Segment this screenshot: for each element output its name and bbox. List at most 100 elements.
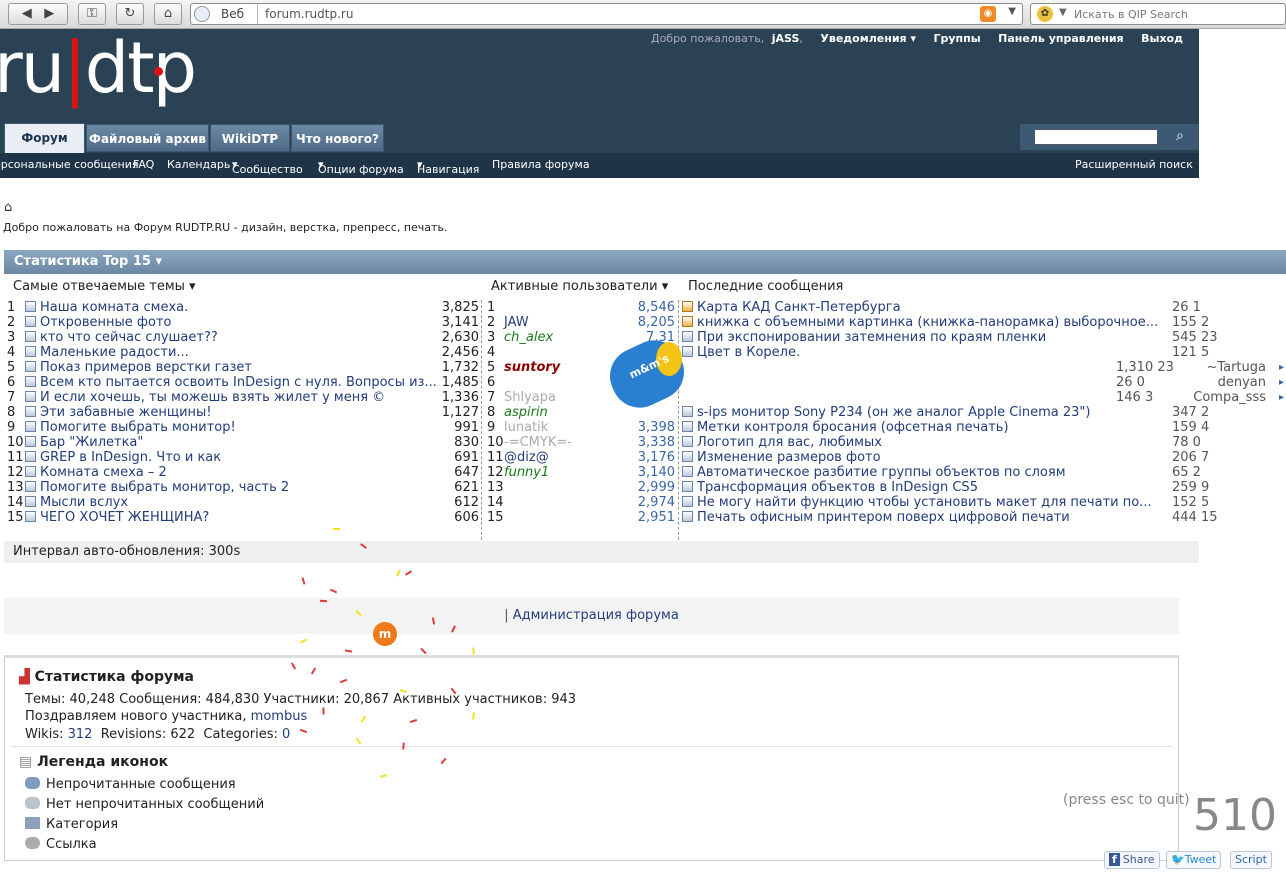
- thread-link[interactable]: Откровенные фото: [40, 315, 172, 330]
- site-logo[interactable]: ru|dtp: [0, 27, 197, 109]
- thread-link[interactable]: кто что сейчас слушает??: [40, 330, 218, 345]
- thread-row: 15 ЧЕГО ХОЧЕТ ЖЕНЩИНА? 606: [7, 510, 479, 525]
- url-text[interactable]: forum.rudtp.ru: [265, 7, 353, 21]
- thread-row: 6 Всем кто пытается освоить InDesign с ну…: [7, 375, 479, 390]
- logout-link[interactable]: Выход: [1141, 32, 1183, 45]
- thread-row: 12 Комната смеха – 2 647: [7, 465, 479, 480]
- recent-link[interactable]: Автоматическое разбитие группы объектов …: [697, 465, 1066, 480]
- confetti-piece: [396, 569, 401, 577]
- recent-link[interactable]: Метки контроля бросания (офсетная печать…: [697, 420, 1009, 435]
- back-forward-buttons[interactable]: ◀ ▶: [8, 3, 68, 25]
- recent-link[interactable]: При экспонировании затемнения по краям п…: [697, 330, 1046, 345]
- recent-link[interactable]: Печать офисным принтером поверх цифровой…: [697, 510, 1070, 525]
- user-link[interactable]: Shlyapa: [504, 390, 556, 405]
- recent-row: Логотип для вас, любимых 78 0: [682, 435, 1286, 450]
- recent-row: Печать офисным принтером поверх цифровой…: [682, 510, 1286, 525]
- notifications-menu[interactable]: Уведомления ▾: [820, 32, 916, 45]
- control-panel-link[interactable]: Панель управления: [998, 32, 1123, 45]
- thread-link[interactable]: Маленькие радости...: [40, 345, 189, 360]
- subnav-rules[interactable]: Правила форума: [492, 158, 590, 171]
- col-head-users[interactable]: Активные пользователи ▾: [491, 279, 668, 294]
- chevron-down-icon[interactable]: ▼: [1008, 6, 1016, 17]
- thread-link[interactable]: Бар "Жилетка": [40, 435, 143, 450]
- thread-link[interactable]: Комната смеха – 2: [40, 465, 167, 480]
- qip-search[interactable]: ✿ ▼ Искать в QIP Search: [1030, 3, 1286, 25]
- new-member-link[interactable]: mombus: [251, 709, 308, 724]
- col-head-threads[interactable]: Самые отвечаемые темы ▾: [13, 279, 196, 294]
- confetti-piece: [420, 647, 427, 655]
- reload-icon[interactable]: ↻: [116, 3, 144, 25]
- user-row: 11@diz@ 3,176: [487, 450, 675, 465]
- address-bar[interactable]: Веб forum.rudtp.ru ◉ ▼: [190, 3, 1023, 25]
- recent-link[interactable]: Карта КАД Санкт-Петербурга: [697, 300, 901, 315]
- thread-link[interactable]: Показ примеров верстки газет: [40, 360, 252, 375]
- categories-link[interactable]: 0: [282, 727, 290, 742]
- thread-link[interactable]: GREP в InDesign. Что и как: [40, 450, 221, 465]
- subnav-faq[interactable]: FAQ: [133, 158, 154, 171]
- recent-link[interactable]: Не могу найти функцию чтобы установить м…: [697, 495, 1152, 510]
- user-link[interactable]: lunatik: [504, 420, 548, 435]
- thread-link[interactable]: Мысли вслух: [40, 495, 128, 510]
- subnav-community[interactable]: Сообщество ▾: [232, 158, 303, 176]
- user-link[interactable]: JAW: [504, 315, 529, 330]
- subnav-calendar[interactable]: Календарь: [167, 158, 230, 171]
- user-link[interactable]: aspirin: [504, 405, 548, 420]
- thread-row: 7И если хочешь, ты можешь взять жилет у …: [7, 390, 479, 405]
- forum-header: ru|dtp Добро пожаловать, jASS, Уведомлен…: [0, 27, 1199, 178]
- wikis-link[interactable]: 312: [68, 727, 93, 742]
- thread-link[interactable]: ЧЕГО ХОЧЕТ ЖЕНЩИНА?: [40, 510, 209, 525]
- category-icon: [25, 817, 40, 829]
- advanced-search-link[interactable]: Расширенный поиск: [1075, 158, 1193, 171]
- groups-link[interactable]: Группы: [933, 32, 980, 45]
- tab-forum[interactable]: Форум: [4, 123, 85, 153]
- subnav-pm[interactable]: ерсональные сообщения: [0, 158, 139, 171]
- thread-link[interactable]: И если хочешь, ты можешь взять жилет у м…: [40, 390, 385, 405]
- thread-link[interactable]: Всем кто пытается освоить InDesign с нул…: [40, 375, 437, 390]
- user-link[interactable]: ch_alex: [504, 330, 553, 345]
- thread-link[interactable]: Помогите выбрать монитор!: [40, 420, 236, 435]
- user-row: 9 lunatik 3,398: [487, 420, 675, 435]
- admin-link[interactable]: Администрация форума: [513, 608, 679, 623]
- tab-wikidtp[interactable]: WikiDTP: [210, 124, 290, 152]
- key-icon[interactable]: ⚿: [78, 3, 106, 25]
- thread-link[interactable]: Эти забавные женщины!: [40, 405, 212, 420]
- recent-link[interactable]: книжка с объемными картинка (книжка-пано…: [697, 315, 1158, 330]
- tweet-button[interactable]: 🐦Tweet: [1166, 851, 1222, 869]
- script-button[interactable]: Script: [1230, 851, 1272, 869]
- recent-link[interactable]: Трансформация объектов в InDesign CS5: [697, 480, 978, 495]
- subnav-navigation[interactable]: Навигация ▾: [417, 158, 479, 176]
- tab-whats-new[interactable]: Что нового?: [291, 124, 384, 152]
- user-row: 13 2,999: [487, 480, 675, 495]
- user-link[interactable]: funny1: [504, 465, 549, 480]
- user-link[interactable]: -=CMYK=-: [504, 435, 572, 450]
- recent-row: Изменение размеров фото 206 7: [682, 450, 1286, 465]
- recent-row: s-ips монитор Sony P234 (он же аналог Ap…: [682, 405, 1286, 420]
- header-search-input[interactable]: [1034, 129, 1158, 145]
- user-link[interactable]: @diz@: [504, 450, 549, 465]
- search-placeholder[interactable]: Искать в QIP Search: [1074, 8, 1188, 21]
- rss-icon[interactable]: ◉: [980, 6, 996, 22]
- thread-link[interactable]: Помогите выбрать монитор, часть 2: [40, 480, 289, 495]
- forum-stats-line: Темы: 40,248 Сообщения: 484,830 Участник…: [25, 692, 577, 707]
- recent-row: При экспонировании затемнения по краям п…: [682, 330, 1286, 345]
- chevron-down-icon[interactable]: ▼: [1059, 7, 1067, 18]
- stats-top15-header[interactable]: Статистика Top 15 ▾: [4, 250, 1286, 274]
- recent-link[interactable]: Цвет в Кореле.: [697, 345, 800, 360]
- web-label: Веб: [221, 7, 245, 21]
- recent-link[interactable]: Изменение размеров фото: [697, 450, 881, 465]
- confetti-piece: [333, 528, 340, 530]
- username-link[interactable]: jASS: [772, 32, 800, 45]
- recent-link[interactable]: s-ips монитор Sony P234 (он же аналог Ap…: [697, 405, 1091, 420]
- header-search: ⌕: [1020, 124, 1199, 150]
- confetti-piece: [405, 570, 412, 576]
- facebook-share-button[interactable]: f Share: [1104, 851, 1160, 869]
- tab-files[interactable]: Файловый архив: [86, 124, 209, 152]
- subnav-forum-options[interactable]: Опции форума ▾: [318, 158, 404, 176]
- search-icon[interactable]: ⌕: [1176, 128, 1194, 146]
- home-icon[interactable]: ⌂: [4, 200, 12, 215]
- recent-link[interactable]: Логотип для вас, любимых: [697, 435, 882, 450]
- thread-row: 8 Эти забавные женщины! 1,127: [7, 405, 479, 420]
- user-link[interactable]: suntory: [504, 360, 560, 375]
- home-icon[interactable]: ⌂: [154, 3, 182, 25]
- thread-link[interactable]: Наша комната смеха.: [40, 300, 188, 315]
